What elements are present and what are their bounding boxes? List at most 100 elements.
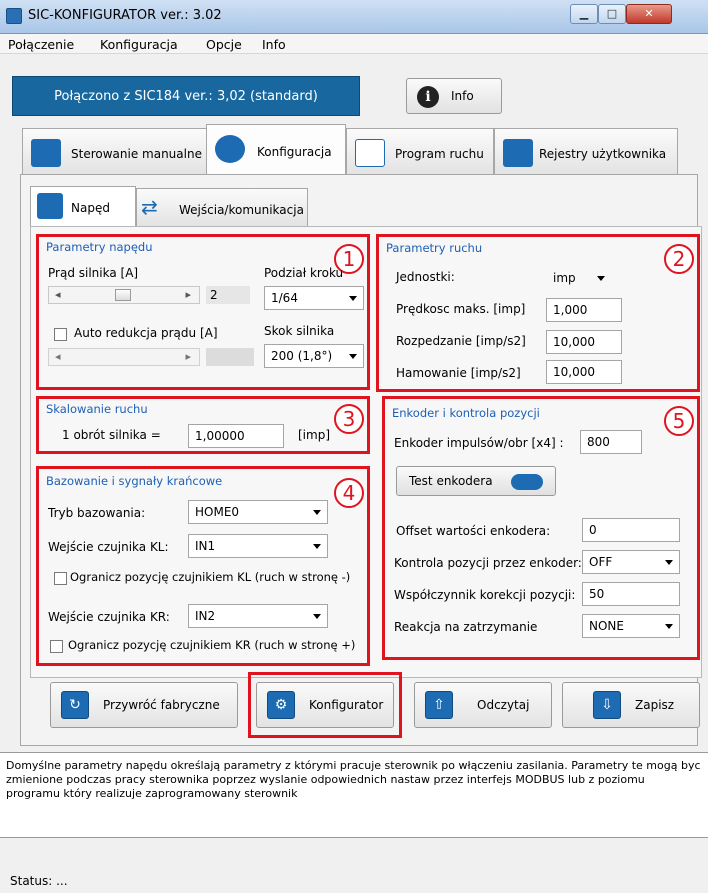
tab-user-registers[interactable]: Rejestry użytkownika xyxy=(494,128,678,174)
subtab-label: Napęd xyxy=(71,201,110,215)
encoder-pulses-label: Enkoder impulsów/obr [x4] : xyxy=(394,436,564,450)
test-encoder-button[interactable]: Test enkodera xyxy=(396,466,556,496)
auto-reduce-slider[interactable]: ◂ ▸ xyxy=(48,348,200,366)
tab-label: Konfiguracja xyxy=(257,145,332,159)
deceleration-label: Hamowanie [imp/s2] xyxy=(396,366,521,380)
read-button[interactable]: ⇧ Odczytaj xyxy=(414,682,552,728)
motor-current-label: Prąd silnika [A] xyxy=(48,266,139,280)
tab-manual-control[interactable]: Sterowanie manualne xyxy=(22,128,208,174)
position-control-value: OFF xyxy=(589,555,613,569)
group-title: Bazowanie i sygnały krańcowe xyxy=(46,474,223,488)
step-select[interactable]: 200 (1,8°) xyxy=(264,344,364,368)
encoder-pulses-input[interactable]: 800 xyxy=(580,430,642,454)
position-control-select[interactable]: OFF xyxy=(582,550,680,574)
encoder-offset-label: Offset wartości enkodera: xyxy=(396,524,551,538)
refresh-icon: ↻ xyxy=(61,691,89,719)
acceleration-label: Rozpedzanie [imp/s2] xyxy=(396,334,526,348)
chevron-down-icon xyxy=(313,614,321,619)
microstep-select[interactable]: 1/64 xyxy=(264,286,364,310)
kl-limit-label: Ogranicz pozycję czujnikiem KL (ruch w s… xyxy=(70,570,351,584)
units-value: imp xyxy=(553,271,576,285)
subtab-label: Wejścia/komunikacja xyxy=(179,203,304,217)
callout-4: 4 xyxy=(334,478,364,508)
position-control-label: Kontrola pozycji przez enkoder: xyxy=(394,556,582,570)
correction-coef-label: Współczynnik korekcji pozycji: xyxy=(394,588,576,602)
chevron-down-icon xyxy=(597,276,605,281)
close-button[interactable]: ✕ xyxy=(626,4,672,24)
button-label: Przywróć fabryczne xyxy=(103,698,220,712)
microstep-value: 1/64 xyxy=(271,291,298,305)
chevron-down-icon xyxy=(349,296,357,301)
tab-motion-program[interactable]: Program ruchu xyxy=(346,128,494,174)
download-icon: ⇩ xyxy=(593,691,621,719)
title-bar: SIC-KONFIGURATOR ver.: 3.02 ▁ □ ✕ xyxy=(0,0,708,34)
menu-options[interactable]: Opcje xyxy=(206,37,242,52)
button-label: Odczytaj xyxy=(477,698,530,712)
revolution-unit: [imp] xyxy=(298,428,331,442)
restore-factory-button[interactable]: ↻ Przywróć fabryczne xyxy=(50,682,238,728)
chevron-down-icon xyxy=(313,510,321,515)
minimize-button[interactable]: ▁ xyxy=(570,4,598,24)
units-label: Jednostki: xyxy=(396,270,455,284)
callout-3: 3 xyxy=(334,404,364,434)
max-speed-input[interactable]: 1,000 xyxy=(546,298,622,322)
save-button[interactable]: ⇩ Zapisz xyxy=(562,682,700,728)
microstep-label: Podział kroku xyxy=(264,266,344,280)
gear-icon xyxy=(215,135,245,163)
group-title: Parametry ruchu xyxy=(386,241,483,255)
configurator-button[interactable]: ⚙ Konfigurator xyxy=(256,682,394,728)
subtab-drive[interactable]: Napęd xyxy=(30,186,136,228)
window-title: SIC-KONFIGURATOR ver.: 3.02 xyxy=(28,8,222,23)
chevron-down-icon xyxy=(665,560,673,565)
units-select[interactable]: imp xyxy=(546,266,612,290)
app-icon xyxy=(6,8,22,24)
acceleration-input[interactable]: 10,000 xyxy=(546,330,622,354)
kl-limit-checkbox[interactable] xyxy=(54,572,67,585)
info-button-label: Info xyxy=(451,89,474,103)
encoder-icon xyxy=(511,474,543,490)
joystick-icon xyxy=(31,139,61,167)
kr-input-label: Wejście czujnika KR: xyxy=(48,610,170,624)
menu-bar: Połączenie Konfiguracja Opcje Info xyxy=(0,34,708,54)
button-label: Konfigurator xyxy=(309,698,384,712)
grid-icon xyxy=(503,139,533,167)
homing-mode-select[interactable]: HOME0 xyxy=(188,500,328,524)
menu-connection[interactable]: Połączenie xyxy=(8,37,74,52)
stop-reaction-label: Reakcja na zatrzymanie xyxy=(394,620,538,634)
kr-input-value: IN2 xyxy=(195,609,216,623)
callout-2: 2 xyxy=(664,244,694,274)
max-speed-label: Prędkosc maks. [imp] xyxy=(396,302,526,316)
homing-mode-value: HOME0 xyxy=(195,505,240,519)
tab-label: Rejestry użytkownika xyxy=(539,147,667,161)
revolution-input[interactable]: 1,00000 xyxy=(188,424,284,448)
chart-icon xyxy=(355,139,385,167)
kl-input-select[interactable]: IN1 xyxy=(188,534,328,558)
auto-reduce-checkbox[interactable] xyxy=(54,328,67,341)
revolution-label: 1 obrót silnika = xyxy=(62,428,161,442)
tab-label: Program ruchu xyxy=(395,147,484,161)
slider-thumb[interactable] xyxy=(115,289,131,301)
status-bar: Status: ... xyxy=(0,870,708,893)
info-button[interactable]: i Info xyxy=(406,78,502,114)
encoder-offset-input[interactable]: 0 xyxy=(582,518,680,542)
group-title: Enkoder i kontrola pozycji xyxy=(392,406,540,420)
kl-input-value: IN1 xyxy=(195,539,216,553)
menu-configuration[interactable]: Konfiguracja xyxy=(100,37,178,52)
kr-limit-checkbox[interactable] xyxy=(50,640,63,653)
motor-icon xyxy=(37,193,63,219)
motor-current-slider[interactable]: ◂ ▸ xyxy=(48,286,200,304)
gear-icon: ⚙ xyxy=(267,691,295,719)
menu-info[interactable]: Info xyxy=(262,37,286,52)
correction-coef-input[interactable]: 50 xyxy=(582,582,680,606)
chevron-down-icon xyxy=(665,624,673,629)
stop-reaction-select[interactable]: NONE xyxy=(582,614,680,638)
motor-current-value: 2 xyxy=(206,286,250,304)
tab-configuration[interactable]: Konfiguracja xyxy=(206,124,346,176)
maximize-button[interactable]: □ xyxy=(598,4,626,24)
subtab-io-communication[interactable]: ⇄ Wejścia/komunikacja xyxy=(136,188,308,226)
kl-input-label: Wejście czujnika KL: xyxy=(48,540,169,554)
auto-reduce-value xyxy=(206,348,254,366)
callout-5: 5 xyxy=(664,406,694,436)
kr-input-select[interactable]: IN2 xyxy=(188,604,328,628)
deceleration-input[interactable]: 10,000 xyxy=(546,360,622,384)
